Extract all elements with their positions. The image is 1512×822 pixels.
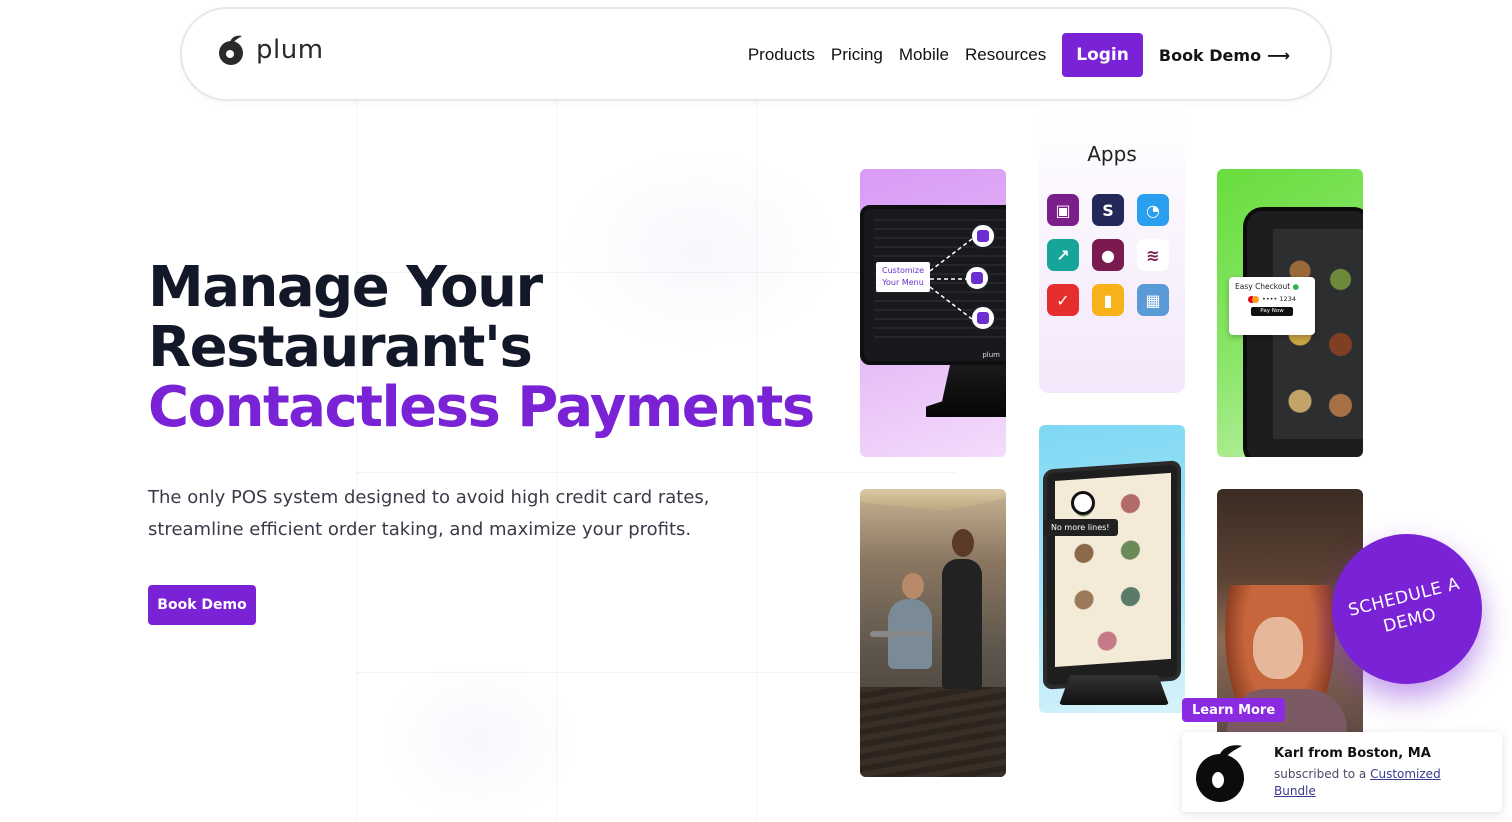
verified-check-icon: ● — [1292, 282, 1300, 291]
umbrella-image — [860, 489, 1006, 511]
arrow-right-icon: ⟶ — [1267, 45, 1290, 65]
kiosk-stand-image — [1059, 675, 1169, 705]
notification-message-prefix: subscribed to a — [1274, 767, 1367, 781]
pay-now-button: Pay Now — [1251, 307, 1293, 316]
schedule-demo-badge[interactable]: SCHEDULE A DEMO — [1332, 534, 1482, 684]
notification-name: Karl from Boston, MA — [1274, 746, 1431, 761]
nav-book-demo-label: Book Demo — [1158, 45, 1262, 65]
checkout-title: Easy Checkout ● — [1235, 282, 1309, 291]
server-image — [952, 529, 974, 557]
hero-title-line-2: Restaurant's — [148, 315, 533, 380]
mobile-checkout-card: Easy Checkout ● •••• 1234 Pay Now — [1217, 169, 1363, 457]
notification-message: subscribed to a Customized Bundle — [1274, 766, 1484, 800]
card-number: •••• 1234 — [1262, 295, 1296, 303]
hero-book-demo-button[interactable]: Book Demo — [148, 585, 256, 625]
ordering-app-icon: ▣ — [1047, 194, 1079, 226]
brand-name: plum — [256, 35, 324, 65]
swirl-app-icon: ◔ — [1137, 194, 1169, 226]
plum-logo-icon — [1196, 745, 1244, 802]
nav-resources[interactable]: Resources — [965, 45, 1046, 65]
schedule-demo-text: SCHEDULE A DEMO — [1338, 570, 1476, 648]
plum-logo[interactable]: plum — [218, 33, 324, 67]
qr-code-icon — [1071, 491, 1095, 515]
top-navbar: plum Products Pricing Mobile Resources L… — [180, 7, 1332, 101]
mastercard-icon — [1252, 295, 1260, 303]
plum-app-icon: ● — [1092, 239, 1124, 271]
social-proof-notification[interactable]: Karl from Boston, MA subscribed to a Cus… — [1182, 732, 1502, 812]
checkout-title-text: Easy Checkout — [1235, 282, 1291, 291]
main-nav: Products Pricing Mobile Resources Login … — [748, 33, 1290, 77]
pos-brand-label: plum — [982, 351, 1000, 359]
table-image — [870, 631, 930, 637]
nav-products[interactable]: Products — [748, 45, 815, 65]
customize-menu-label: Customize Your Menu — [876, 262, 930, 292]
kiosk-image — [1043, 460, 1181, 690]
apps-title: Apps — [1087, 142, 1137, 166]
audio-app-icon: ▮ — [1092, 284, 1124, 316]
customer-image — [902, 573, 924, 599]
apps-grid: ▣ S ◔ ↗ ● ≋ ✓ ▮ ▦ — [1047, 194, 1177, 316]
nav-pricing[interactable]: Pricing — [831, 45, 883, 65]
calendar-app-icon: ▦ — [1137, 284, 1169, 316]
nav-mobile[interactable]: Mobile — [899, 45, 949, 65]
hero-subtitle: The only POS system designed to avoid hi… — [148, 487, 710, 540]
background-glow — [380, 660, 580, 820]
hero-title: Manage Your Restaurant's Contactless Pay… — [148, 255, 815, 440]
nav-book-demo-link[interactable]: Book Demo ⟶ — [1159, 46, 1290, 65]
pos-terminal-card: Customize Your Menu plum — [860, 169, 1006, 457]
cafe-photo-card — [860, 489, 1006, 777]
wifi-app-icon: ≋ — [1137, 239, 1169, 271]
login-button[interactable]: Login — [1062, 33, 1143, 77]
growth-app-icon: ↗ — [1047, 239, 1079, 271]
checkmark-app-icon: ✓ — [1047, 284, 1079, 316]
plum-logo-icon — [219, 35, 243, 65]
no-more-lines-tag: No more lines! — [1043, 519, 1118, 536]
floor-image — [860, 687, 1006, 777]
pos-stand-image — [926, 365, 1006, 417]
connector-lines — [929, 238, 973, 320]
saved-card: •••• 1234 — [1235, 295, 1309, 303]
learn-more-button[interactable]: Learn More — [1182, 698, 1286, 722]
woman-image — [1253, 617, 1303, 679]
apps-card: Apps ▣ S ◔ ↗ ● ≋ ✓ ▮ ▦ — [1039, 106, 1185, 393]
s-app-icon: S — [1092, 194, 1124, 226]
easy-checkout-popup: Easy Checkout ● •••• 1234 Pay Now — [1229, 277, 1315, 335]
hero-title-line-1: Manage Your — [148, 255, 543, 320]
hero-title-accent: Contactless Payments — [148, 375, 815, 440]
kiosk-card: No more lines! — [1039, 425, 1185, 713]
server-image — [942, 559, 982, 689]
